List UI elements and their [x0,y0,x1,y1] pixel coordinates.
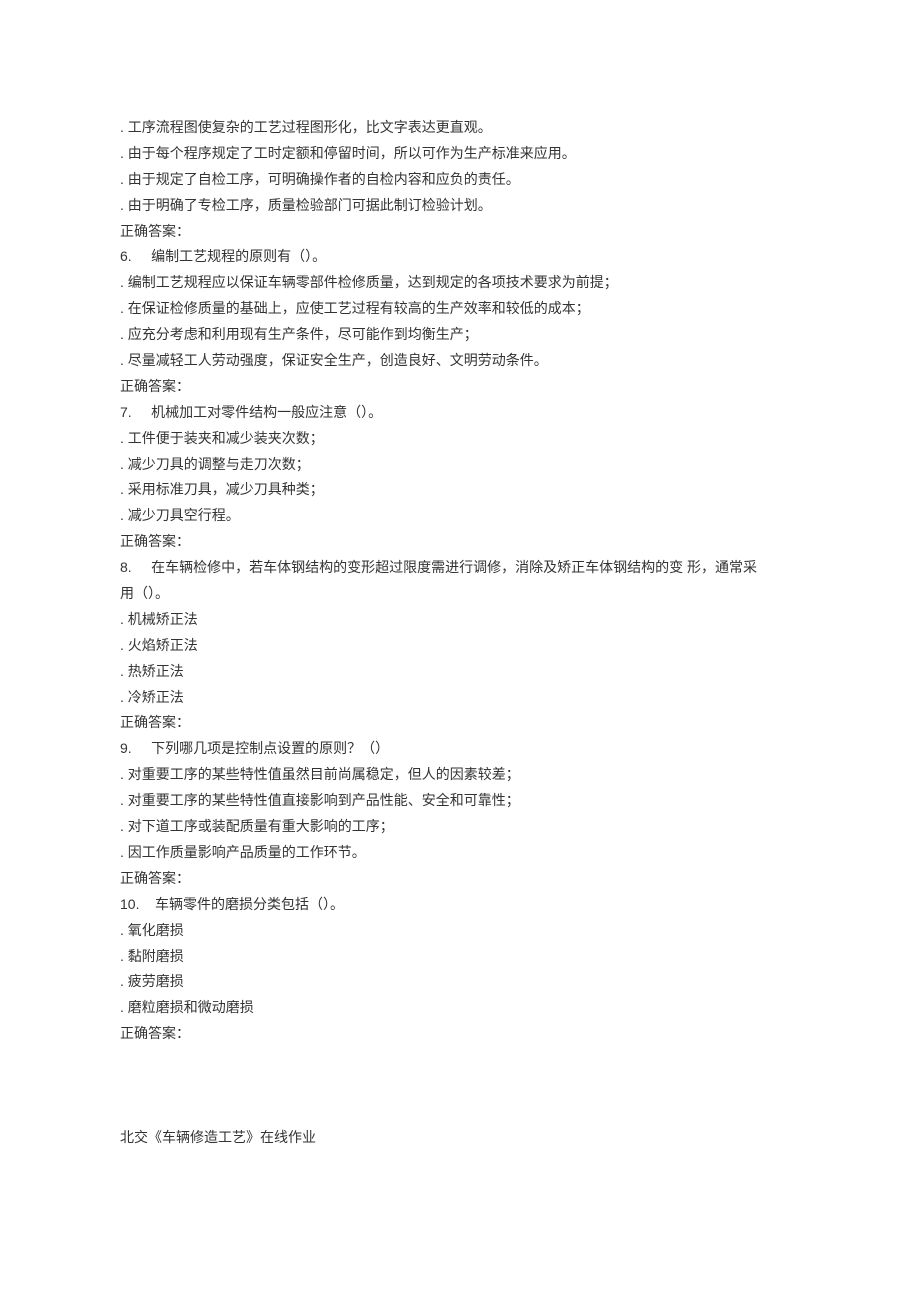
question-stem: 6. 编制工艺规程的原则有（）。 [120,244,800,270]
question-text-cont: 用（）。 [120,581,800,607]
option-text: . 采用标准刀具，减少刀具种类； [120,477,800,503]
option-text: . 减少刀具的调整与走刀次数； [120,452,800,478]
answer-label: 正确答案： [120,374,800,400]
option-text: . 火焰矫正法 [120,633,800,659]
option-text: . 编制工艺规程应以保证车辆零部件检修质量，达到规定的各项技术要求为前提； [120,270,800,296]
option-text: . 磨粒磨损和微动磨损 [120,995,800,1021]
question-text: 编制工艺规程的原则有（）。 [151,248,326,264]
option-text: . 工序流程图使复杂的工艺过程图形化，比文字表达更直观。 [120,115,800,141]
question-text: 机械加工对零件结构一般应注意（）。 [151,404,382,420]
option-text: . 氧化磨损 [120,918,800,944]
question-text: 在车辆检修中，若车体钢结构的变形超过限度需进行调修，消除及矫正车体钢结构的变 形… [151,559,757,575]
question-number: 6. [120,248,132,264]
option-text: . 对重要工序的某些特性值虽然目前尚属稳定，但人的因素较差； [120,762,800,788]
question-number: 10. [120,896,139,912]
answer-label: 正确答案： [120,866,800,892]
question-number: 9. [120,740,132,756]
option-text: . 对下道工序或装配质量有重大影响的工序； [120,814,800,840]
footer-text: 北交《车辆修造工艺》在线作业 [120,1125,800,1151]
option-text: . 减少刀具空行程。 [120,503,800,529]
option-text: . 工件便于装夹和减少装夹次数； [120,426,800,452]
question-stem: 10. 车辆零件的磨损分类包括（）。 [120,892,800,918]
option-text: . 由于每个程序规定了工时定额和停留时间，所以可作为生产标准来应用。 [120,141,800,167]
option-text: . 对重要工序的某些特性值直接影响到产品性能、安全和可靠性； [120,788,800,814]
answer-label: 正确答案： [120,219,800,245]
option-text: . 黏附磨损 [120,944,800,970]
question-number: 7. [120,404,132,420]
option-text: . 疲劳磨损 [120,969,800,995]
option-text: . 由于规定了自检工序，可明确操作者的自检内容和应负的责任。 [120,167,800,193]
answer-label: 正确答案： [120,710,800,736]
option-text: . 因工作质量影响产品质量的工作环节。 [120,840,800,866]
question-text: 下列哪几项是控制点设置的原则？（） [151,740,389,756]
question-stem: 7. 机械加工对零件结构一般应注意（）。 [120,400,800,426]
option-text: . 冷矫正法 [120,685,800,711]
blank-space [120,1047,800,1125]
option-text: . 由于明确了专检工序，质量检验部门可据此制订检验计划。 [120,193,800,219]
question-stem: 9. 下列哪几项是控制点设置的原则？（） [120,736,800,762]
option-text: . 尽量减轻工人劳动强度，保证安全生产，创造良好、文明劳动条件。 [120,348,800,374]
option-text: . 机械矫正法 [120,607,800,633]
question-number: 8. [120,559,132,575]
question-text: 车辆零件的磨损分类包括（）。 [155,896,344,912]
answer-label: 正确答案： [120,529,800,555]
option-text: . 在保证检修质量的基础上，应使工艺过程有较高的生产效率和较低的成本； [120,296,800,322]
option-text: . 应充分考虑和利用现有生产条件，尽可能作到均衡生产； [120,322,800,348]
answer-label: 正确答案： [120,1021,800,1047]
option-text: . 热矫正法 [120,659,800,685]
document-page: . 工序流程图使复杂的工艺过程图形化，比文字表达更直观。 . 由于每个程序规定了… [0,0,920,1303]
question-stem: 8. 在车辆检修中，若车体钢结构的变形超过限度需进行调修，消除及矫正车体钢结构的… [120,555,800,581]
